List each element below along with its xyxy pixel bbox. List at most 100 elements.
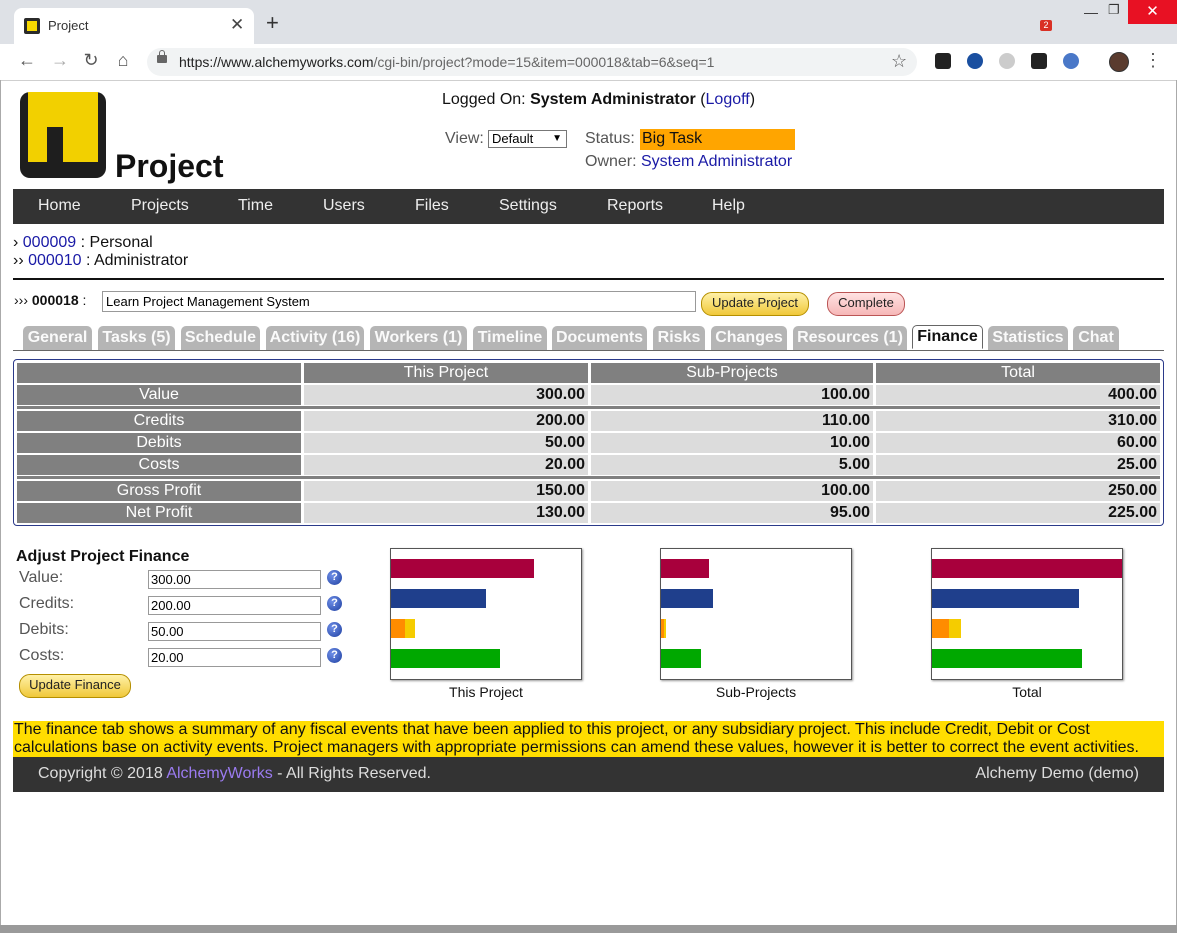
column-header: This Project bbox=[304, 363, 588, 383]
extension-icon[interactable] bbox=[999, 53, 1015, 69]
view-label: View: bbox=[445, 130, 484, 147]
divider bbox=[13, 278, 1164, 280]
row-separator bbox=[17, 406, 1160, 409]
nav-home[interactable]: Home bbox=[38, 197, 81, 215]
tab-resources[interactable]: Resources (1) bbox=[793, 326, 907, 350]
rights-text: - All Rights Reserved. bbox=[277, 765, 431, 782]
costs-input[interactable] bbox=[148, 648, 321, 667]
dropdown-arrow-icon: ▼ bbox=[552, 133, 562, 144]
app-title: Project bbox=[115, 148, 224, 184]
nav-projects[interactable]: Projects bbox=[131, 197, 189, 215]
forward-icon[interactable]: → bbox=[49, 50, 71, 71]
new-tab-icon[interactable]: + bbox=[266, 12, 279, 34]
extension-icon[interactable] bbox=[935, 53, 951, 69]
minimize-window-icon[interactable]: — bbox=[1084, 4, 1098, 20]
owner-link[interactable]: System Administrator bbox=[641, 153, 792, 171]
bookmark-star-icon[interactable]: ☆ bbox=[891, 51, 907, 72]
help-icon[interactable]: ? bbox=[327, 648, 342, 663]
table-cell: 25.00 bbox=[876, 455, 1160, 475]
debits-label: Debits: bbox=[19, 621, 69, 638]
tab-tasks[interactable]: Tasks (5) bbox=[98, 326, 175, 350]
logoff-link[interactable]: Logoff bbox=[706, 91, 750, 108]
tab-risks[interactable]: Risks bbox=[653, 326, 705, 350]
table-cell: 200.00 bbox=[304, 411, 588, 431]
maximize-window-icon[interactable]: ❐ bbox=[1108, 2, 1120, 18]
bar-profit bbox=[932, 649, 1082, 668]
extension-icon[interactable] bbox=[1031, 53, 1047, 69]
reload-icon[interactable]: ↻ bbox=[80, 50, 102, 71]
owner-label: Owner: bbox=[585, 153, 637, 170]
nav-reports[interactable]: Reports bbox=[607, 197, 663, 215]
table-cell: 130.00 bbox=[304, 503, 588, 523]
bar-credits bbox=[661, 589, 713, 608]
update-project-button[interactable]: Update Project bbox=[701, 292, 809, 316]
extension-icon[interactable] bbox=[967, 53, 983, 69]
breadcrumb-name: Personal bbox=[89, 234, 153, 251]
home-icon[interactable]: ⌂ bbox=[112, 50, 134, 71]
tab-chat[interactable]: Chat bbox=[1073, 326, 1119, 350]
breadcrumb-name: Administrator bbox=[93, 252, 189, 269]
window-bottom-edge bbox=[0, 925, 1177, 933]
bar-costs bbox=[664, 619, 666, 638]
table-cell: 95.00 bbox=[591, 503, 873, 523]
bar-value bbox=[932, 559, 1122, 578]
view-select[interactable]: Default ▼ bbox=[488, 130, 567, 148]
debits-input[interactable] bbox=[148, 622, 321, 641]
value-input[interactable] bbox=[148, 570, 321, 589]
breadcrumb-id-link[interactable]: 000009 bbox=[23, 234, 76, 251]
nav-files[interactable]: Files bbox=[415, 197, 449, 215]
chart-caption: Sub-Projects bbox=[715, 684, 797, 700]
close-window-icon[interactable]: ✕ bbox=[1128, 0, 1177, 24]
tab-timeline[interactable]: Timeline bbox=[473, 326, 547, 350]
back-icon[interactable]: ← bbox=[16, 50, 38, 71]
tab-statistics[interactable]: Statistics bbox=[988, 326, 1068, 350]
status-badge: Big Task bbox=[640, 129, 795, 150]
extension-badge: 2 bbox=[1040, 20, 1052, 31]
nav-time[interactable]: Time bbox=[238, 197, 273, 215]
table-cell: 225.00 bbox=[876, 503, 1160, 523]
help-icon[interactable]: ? bbox=[327, 622, 342, 637]
bar-profit bbox=[391, 649, 500, 668]
complete-button[interactable]: Complete bbox=[827, 292, 905, 316]
table-cell: 20.00 bbox=[304, 455, 588, 475]
tab-activity[interactable]: Activity (16) bbox=[266, 326, 364, 350]
tab-workers[interactable]: Workers (1) bbox=[370, 326, 467, 350]
table-cell: 110.00 bbox=[591, 411, 873, 431]
help-icon[interactable]: ? bbox=[327, 570, 342, 585]
extension-icon[interactable] bbox=[1063, 53, 1079, 69]
main-nav: Home Projects Time Users Files Settings … bbox=[13, 189, 1164, 224]
costs-label: Costs: bbox=[19, 647, 65, 664]
table-cell: 10.00 bbox=[591, 433, 873, 453]
update-finance-button[interactable]: Update Finance bbox=[19, 674, 131, 698]
tab-finance[interactable]: Finance bbox=[912, 325, 983, 349]
tab-documents[interactable]: Documents bbox=[552, 326, 647, 350]
help-icon[interactable]: ? bbox=[327, 596, 342, 611]
breadcrumb-id-link[interactable]: 000010 bbox=[28, 252, 81, 269]
row-label: Credits bbox=[17, 411, 301, 431]
chart-this-project bbox=[390, 548, 582, 680]
nav-settings[interactable]: Settings bbox=[499, 197, 557, 215]
project-id: ››› 000018 : bbox=[14, 292, 87, 308]
close-tab-icon[interactable]: ✕ bbox=[230, 15, 244, 35]
view-select-value: Default bbox=[492, 131, 534, 146]
nav-users[interactable]: Users bbox=[323, 197, 365, 215]
table-cell: 100.00 bbox=[591, 385, 873, 405]
url-host: https://www.alchemyworks.com bbox=[179, 54, 374, 70]
chart-caption: Total bbox=[1012, 684, 1042, 700]
browser-tab-strip: Project ✕ + — ❐ ✕ bbox=[0, 0, 1177, 45]
nav-help[interactable]: Help bbox=[712, 197, 745, 215]
brand-link[interactable]: AlchemyWorks bbox=[166, 765, 272, 782]
tab-schedule[interactable]: Schedule bbox=[181, 326, 260, 350]
address-bar[interactable]: https://www.alchemyworks.com/cgi-bin/pro… bbox=[147, 48, 917, 76]
bar-profit bbox=[661, 649, 701, 668]
credits-input[interactable] bbox=[148, 596, 321, 615]
project-name-input[interactable] bbox=[102, 291, 696, 312]
browser-tab[interactable]: Project ✕ bbox=[14, 8, 254, 44]
tab-changes[interactable]: Changes bbox=[711, 326, 787, 350]
avatar[interactable] bbox=[1109, 52, 1129, 72]
value-label: Value: bbox=[19, 569, 64, 586]
table-cell: 310.00 bbox=[876, 411, 1160, 431]
url-text: https://www.alchemyworks.com/cgi-bin/pro… bbox=[179, 54, 714, 70]
browser-menu-icon[interactable]: ⋮ bbox=[1144, 50, 1162, 71]
tab-general[interactable]: General bbox=[23, 326, 92, 350]
